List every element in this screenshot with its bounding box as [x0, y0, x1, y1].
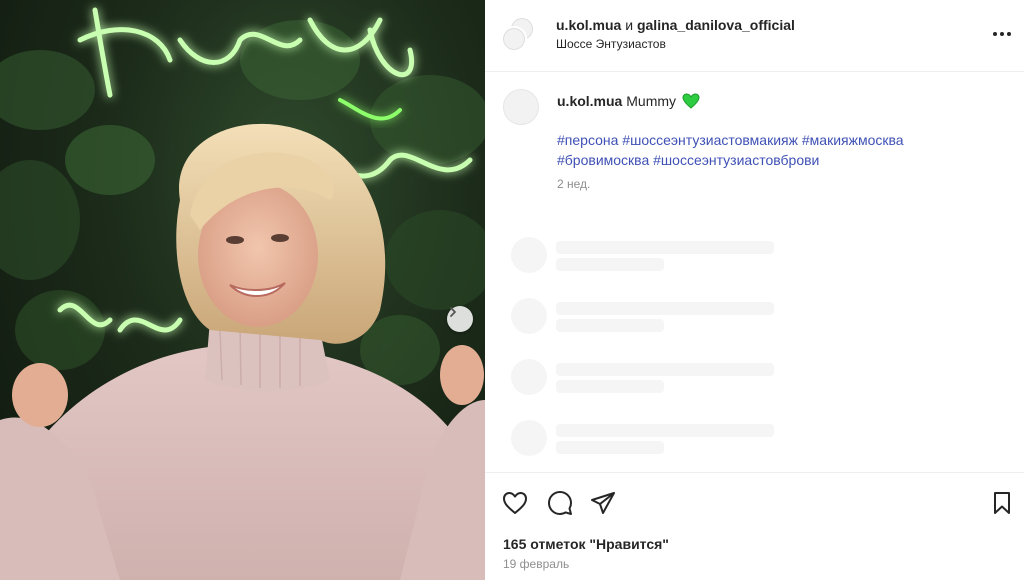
- skeleton-line: [556, 241, 774, 254]
- author-link[interactable]: u.kol.mua: [556, 17, 621, 33]
- skeleton-line: [556, 380, 664, 393]
- post-actions: 165 отметок "Нравится" 19 февраль: [485, 472, 1024, 580]
- post-header: u.kol.mua и galina_danilova_official Шос…: [485, 0, 1024, 72]
- hashtag-link[interactable]: #персона: [557, 132, 618, 148]
- hashtag-link[interactable]: #бровимосква: [557, 152, 649, 168]
- caption-time-ago: 2 нед.: [557, 177, 591, 191]
- caption-text: Mummy: [626, 93, 677, 109]
- caption-username[interactable]: u.kol.mua: [557, 93, 622, 109]
- chevron-right-icon: [450, 307, 456, 317]
- author-link[interactable]: galina_danilova_official: [637, 17, 795, 33]
- caption-avatar[interactable]: [503, 89, 539, 125]
- bookmark-icon: [994, 492, 1010, 514]
- post-authors: u.kol.mua и galina_danilova_official: [556, 16, 795, 34]
- skeleton-avatar: [511, 359, 547, 395]
- location-link[interactable]: Шоссе Энтузиастов: [556, 37, 666, 51]
- share-icon: [591, 492, 615, 514]
- save-button[interactable]: [988, 489, 1016, 517]
- more-options-button[interactable]: [990, 24, 1014, 44]
- hashtag-link[interactable]: #макияжмосква: [802, 132, 904, 148]
- authors-connector: и: [625, 17, 634, 33]
- post-photo: [0, 7, 485, 580]
- green-heart-icon: [682, 93, 700, 109]
- heart-icon: [503, 492, 527, 514]
- comment-icon: [548, 491, 572, 515]
- caption: u.kol.mua Mummy: [557, 91, 997, 111]
- more-options-icon: [993, 32, 997, 36]
- avatar[interactable]: [501, 26, 527, 52]
- skeleton-avatar: [511, 237, 547, 273]
- like-button[interactable]: [501, 489, 529, 517]
- post-date: 19 февраль: [503, 557, 570, 571]
- comment-button[interactable]: [546, 489, 574, 517]
- skeleton-line: [556, 319, 664, 332]
- hashtag-link[interactable]: #шоссеэнтузиастовброви: [653, 152, 819, 168]
- share-button[interactable]: [589, 489, 617, 517]
- skeleton-line: [556, 302, 774, 315]
- likes-count[interactable]: 165 отметок "Нравится": [503, 536, 669, 552]
- hashtags: #персона #шоссеэнтузиастовмакияж #макияж…: [557, 130, 997, 170]
- post-image[interactable]: [0, 0, 485, 580]
- skeleton-line: [556, 441, 664, 454]
- skeleton-line: [556, 258, 664, 271]
- skeleton-line: [556, 424, 774, 437]
- skeleton-avatar: [511, 298, 547, 334]
- collab-avatars[interactable]: [501, 16, 535, 54]
- post-details-panel: u.kol.mua и galina_danilova_official Шос…: [485, 0, 1024, 580]
- skeleton-line: [556, 363, 774, 376]
- skeleton-avatar: [511, 420, 547, 456]
- hashtag-link[interactable]: #шоссеэнтузиастовмакияж: [622, 132, 798, 148]
- next-image-button[interactable]: [447, 306, 473, 332]
